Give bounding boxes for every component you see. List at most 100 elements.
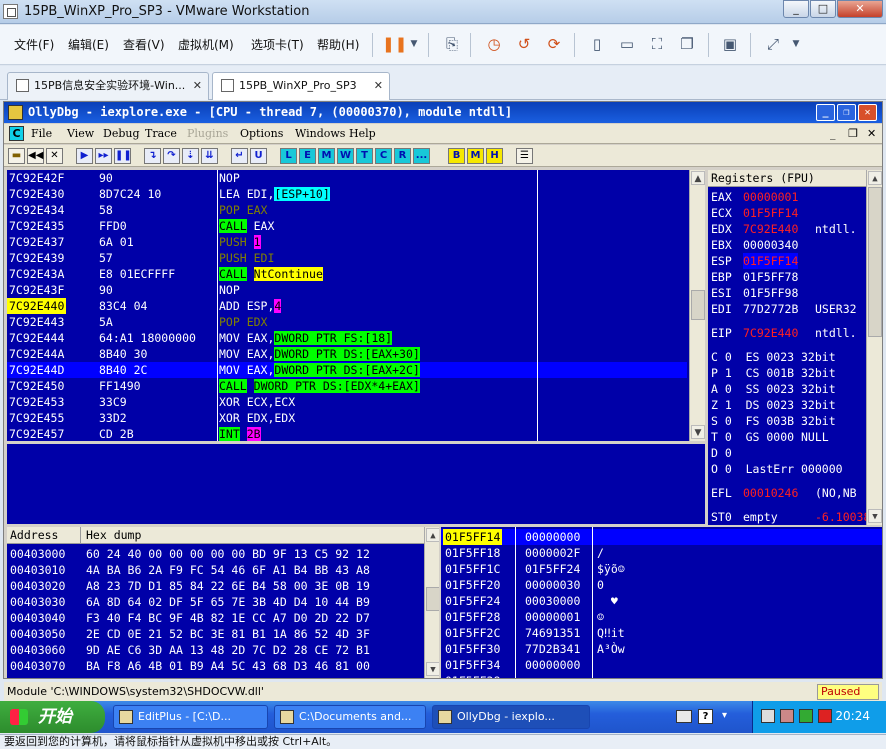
register-row[interactable]: T 0 GS 0000 NULL [708, 429, 868, 445]
stack-row[interactable]: 01F5FF20 00000030 0 [441, 577, 882, 593]
register-row[interactable]: EDX 7C92E440 ntdll. [708, 221, 868, 237]
sidebar-icon[interactable]: ▯ [587, 34, 607, 54]
restart-icon[interactable]: ◀◀ [27, 148, 44, 164]
close-icon[interactable]: ✕ [193, 73, 202, 99]
run-icon[interactable]: ▶ [76, 148, 93, 164]
scroll-up-icon[interactable]: ▲ [868, 171, 882, 185]
scroll-thumb[interactable] [426, 587, 439, 611]
registers-header[interactable]: Registers (FPU) [708, 170, 866, 187]
console-icon[interactable]: ▣ [720, 34, 740, 54]
log-window-button[interactable]: L [280, 148, 297, 164]
security-shield-icon[interactable] [818, 709, 832, 723]
close-program-icon[interactable]: ✕ [46, 148, 63, 164]
unity-icon[interactable]: ❐ [677, 34, 697, 54]
maximize-button[interactable]: □ [810, 0, 836, 18]
olly-restore-button[interactable]: ❐ [837, 104, 856, 121]
stack-row[interactable]: 01F5FF18 0000002F / [441, 545, 882, 561]
disasm-row[interactable]: 7C92E434 58 POP EAX [7, 202, 687, 218]
help-icon[interactable]: ? [698, 709, 713, 724]
send-ctrl-alt-del-icon[interactable]: ⎘ [442, 34, 462, 54]
hardware-breakpoints-button[interactable]: H [486, 148, 503, 164]
task-explorer[interactable]: C:\Documents and... [274, 705, 426, 729]
scroll-thumb[interactable] [868, 187, 882, 337]
register-row[interactable]: O 0 LastErr 000000 [708, 461, 868, 477]
stack-row[interactable]: 01F5FF28 00000001 ☺ [441, 609, 882, 625]
olly-minimize-button[interactable]: _ [816, 104, 835, 121]
tab-vm-winxp[interactable]: 15PB_WinXP_Pro_SP3 ✕ [212, 72, 390, 100]
registers-pane[interactable]: Registers (FPU) EAX 00000001 ECX 01F5FF14 ED… [708, 170, 882, 525]
menu-view[interactable]: 查看(V) [123, 36, 165, 53]
menu-edit[interactable]: 编辑(E) [68, 36, 109, 53]
windows-window-button[interactable]: W [337, 148, 354, 164]
disassembly-scrollbar[interactable]: ▲ ▼ [689, 170, 705, 441]
stack-row[interactable]: 01F5FF38 [441, 673, 882, 678]
memory-breakpoints-button[interactable]: M [467, 148, 484, 164]
disasm-row[interactable]: 7C92E444 64:A1 18000000 MOV EAX,DWORD PTR … [7, 330, 687, 346]
revert-snapshot-icon[interactable]: ↺ [514, 34, 534, 54]
task-editplus[interactable]: EditPlus - [C:\D... [113, 705, 268, 729]
step-into-icon[interactable]: ↴ [144, 148, 161, 164]
register-row[interactable]: S 0 FS 003B 32bit [708, 413, 868, 429]
disasm-row[interactable]: 7C92E42F 90 NOP [7, 170, 687, 186]
shield-green-icon[interactable] [799, 709, 813, 723]
disasm-row[interactable]: 7C92E435 FFD0 CALL EAX [7, 218, 687, 234]
olly-menu-options[interactable]: Options [240, 127, 283, 140]
snapshot-icon[interactable]: ◷ [484, 34, 504, 54]
stack-row[interactable]: 01F5FF34 00000000 [441, 657, 882, 673]
dropdown-arrow-icon[interactable]: ▼ [786, 34, 806, 54]
olly-close-button[interactable]: ✕ [858, 104, 877, 121]
step-over-icon[interactable]: ↷ [163, 148, 180, 164]
register-row[interactable]: EAX 00000001 [708, 189, 868, 205]
olly-menu-debug[interactable]: Debug [103, 127, 140, 140]
disassembly-list[interactable]: 7C92E42F 90 NOP 7C92E430 8D7C24 10 LEA EDI,[E… [7, 170, 687, 441]
mdi-close-button[interactable]: ✕ [867, 127, 876, 140]
menu-file[interactable]: 文件(F) [14, 36, 54, 53]
trace-into-icon[interactable]: ⇣ [182, 148, 199, 164]
register-row[interactable]: C 0 ES 0023 32bit [708, 349, 868, 365]
disasm-row[interactable]: 7C92E457 CD 2B INT 2B [7, 426, 687, 441]
stack-row[interactable]: 01F5FF24 00030000 ♥ [441, 593, 882, 609]
clock[interactable]: 20:24 [835, 709, 870, 723]
register-row[interactable]: ST0 empty -6.100389 [708, 509, 868, 525]
close-icon[interactable]: ✕ [374, 73, 383, 99]
close-button[interactable]: ✕ [837, 0, 883, 18]
scroll-thumb[interactable] [691, 290, 705, 320]
stack-pane[interactable]: 01F5FF14 00000000 01F5FF18 0000002F/01F5FF1… [441, 527, 882, 678]
references-window-button[interactable]: R [394, 148, 411, 164]
execute-till-return-icon[interactable]: ↵ [231, 148, 248, 164]
dump-pane[interactable]: Address Hex dump 00403000 60 24 40 00 00 … [7, 527, 439, 678]
disassembly-pane[interactable]: 7C92E42F 90 NOP 7C92E430 8D7C24 10 LEA EDI,[E… [7, 170, 705, 441]
register-row[interactable]: EFL 00010246 (NO,NB [708, 485, 868, 501]
cpu-window-button[interactable]: C [375, 148, 392, 164]
pause-icon[interactable]: ❚❚ [114, 148, 132, 164]
disasm-row[interactable]: 7C92E43F 90 NOP [7, 282, 687, 298]
disasm-row[interactable]: 7C92E443 5A POP EDX [7, 314, 687, 330]
disasm-row[interactable]: 7C92E44A 8B40 30 MOV EAX,DWORD PTR DS:[EAX… [7, 346, 687, 362]
dump-col-hex[interactable]: Hex dump [86, 527, 141, 544]
mdi-restore-button[interactable]: ❐ [848, 127, 858, 140]
register-row[interactable]: ESP 01F5FF14 [708, 253, 868, 269]
tool-icon[interactable] [780, 709, 794, 723]
fullscreen-icon[interactable]: ⛶ [647, 34, 667, 54]
mdi-minimize-button[interactable]: _ [830, 127, 836, 140]
minimize-button[interactable]: _ [783, 0, 809, 18]
register-row[interactable]: EBP 01F5FF78 [708, 269, 868, 285]
registers-scrollbar[interactable]: ▲ ▼ [866, 170, 882, 525]
disasm-row[interactable]: 7C92E430 8D7C24 10 LEA EDI,[ESP+10] [7, 186, 687, 202]
keyboard-icon[interactable] [676, 710, 692, 723]
breakpoints-window-button[interactable]: B [448, 148, 465, 164]
stack-row[interactable]: 01F5FF1C 01F5FF24 $ÿõ☺ [441, 561, 882, 577]
scroll-up-icon[interactable]: ▲ [426, 528, 439, 542]
olly-menu-plugins[interactable]: Plugins [187, 127, 228, 140]
network-icon[interactable] [761, 709, 775, 723]
open-icon[interactable]: ▬ [8, 148, 25, 164]
run-thread-icon[interactable]: ▸▸ [95, 148, 112, 164]
dropdown-arrow-icon[interactable]: ▼ [404, 34, 424, 54]
run-trace-window-button[interactable]: ... [413, 148, 430, 164]
stack-row[interactable]: 01F5FF14 00000000 [441, 529, 882, 545]
register-row[interactable]: D 0 [708, 445, 868, 461]
register-row[interactable]: EIP 7C92E440 ntdll. [708, 325, 868, 341]
menu-help[interactable]: 帮助(H) [317, 36, 359, 53]
disasm-row[interactable]: 7C92E43A E8 01ECFFFF CALL NtContinue [7, 266, 687, 282]
scroll-down-icon[interactable]: ▼ [426, 662, 439, 676]
